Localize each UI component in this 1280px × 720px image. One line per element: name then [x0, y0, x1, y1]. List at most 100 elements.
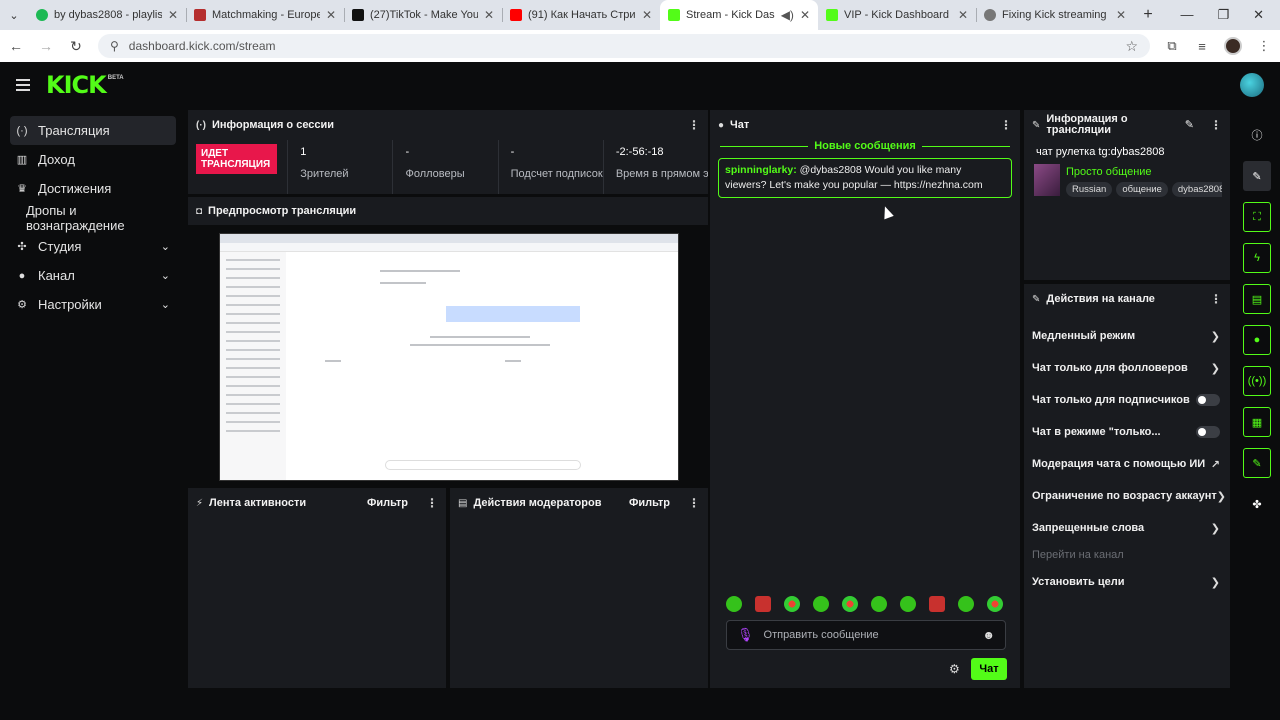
bookmark-star-icon[interactable]: ☆ — [1125, 38, 1138, 55]
action-slow-mode[interactable]: Медленный режим ❯ — [1024, 320, 1230, 352]
profile-avatar[interactable] — [1224, 37, 1242, 55]
document-icon[interactable]: ▤ — [1243, 284, 1271, 314]
apps-icon[interactable]: ✤ — [1243, 489, 1271, 519]
browser-tab-kick-vip[interactable]: VIP - Kick Dashboard ✕ — [818, 0, 976, 30]
browser-tab-fixing-kick[interactable]: Fixing Kick streaming error ✕ — [976, 0, 1134, 30]
action-followers-only[interactable]: Чат только для фолловеров ❯ — [1024, 352, 1230, 384]
sidebar-item-studio[interactable]: ✣ Студия ⌄ — [10, 232, 176, 261]
preview-text — [325, 360, 341, 362]
reload-icon[interactable]: ↻ — [68, 38, 84, 55]
tab-search-dropdown[interactable]: ⌄ — [0, 0, 28, 30]
browser-menu-icon[interactable]: ⋮ — [1256, 38, 1272, 54]
filter-button[interactable]: Фильтр — [367, 497, 408, 509]
layout-icon[interactable]: ▦ — [1243, 407, 1271, 437]
close-icon[interactable]: ✕ — [168, 8, 178, 22]
browser-tab-tiktok[interactable]: (27)TikTok - Make Your Day ✕ — [344, 0, 502, 30]
more-options-icon[interactable]: ⋮ — [1210, 119, 1222, 131]
close-window-icon[interactable]: ✕ — [1253, 7, 1264, 23]
chat-username[interactable]: spinninglarky: — [725, 164, 797, 176]
close-icon[interactable]: ✕ — [326, 8, 336, 22]
chat-bubble-icon[interactable]: ● — [1243, 325, 1271, 355]
maximize-icon[interactable]: ❐ — [1217, 7, 1229, 23]
action-go-to-channel[interactable]: Перейти на канал — [1024, 544, 1230, 566]
category-thumbnail[interactable] — [1034, 164, 1060, 196]
action-ai-moderation[interactable]: Модерация чата с помощью ИИ ↗ — [1024, 448, 1230, 480]
user-avatar[interactable] — [1240, 73, 1264, 97]
sidebar-item-achievements[interactable]: ♛ Достижения — [10, 174, 176, 203]
emote-icon[interactable] — [784, 596, 800, 612]
new-tab-button[interactable]: + — [1134, 6, 1162, 24]
chat-settings-gear-icon[interactable]: ⚙ — [949, 662, 960, 676]
wrench-icon[interactable]: ✎ — [1243, 448, 1271, 478]
more-options-icon[interactable]: ⋮ — [426, 496, 438, 510]
sidebar-item-drops[interactable]: Дропы и вознаграждение — [10, 203, 176, 233]
stream-preview-video[interactable] — [219, 233, 679, 481]
edit-pencil-icon[interactable]: ✎ — [1185, 119, 1194, 131]
browser-tab-kick-stream[interactable]: Stream - Kick Dashboard ◀) ✕ — [660, 0, 818, 30]
emote-icon[interactable] — [871, 596, 887, 612]
emote-only-toggle[interactable] — [1196, 426, 1220, 438]
emote-icon[interactable] — [900, 596, 916, 612]
chat-message-input[interactable]: 🎙 Отправить сообщение ☻ — [726, 620, 1006, 650]
chat-send-button[interactable]: Чат — [971, 658, 1007, 680]
mod-actions-icon: ▤ — [458, 497, 468, 509]
close-icon[interactable]: ✕ — [958, 8, 968, 22]
media-control-icon[interactable]: ≡ — [1194, 39, 1210, 54]
site-info-icon[interactable]: ⚲ — [110, 39, 119, 53]
sidebar-item-label: Настройки — [38, 297, 102, 312]
browser-tab-youtube[interactable]: (91) Как Начать Стримить ✕ — [502, 0, 660, 30]
sidebar-item-stream[interactable]: (·) Трансляция — [10, 116, 176, 145]
filter-button[interactable]: Фильтр — [629, 497, 670, 509]
sidebar-item-revenue[interactable]: ▥ Доход — [10, 145, 176, 174]
emote-icon[interactable] — [929, 596, 945, 612]
hamburger-menu-icon[interactable] — [16, 79, 30, 91]
emote-icon[interactable] — [813, 596, 829, 612]
action-banned-words[interactable]: Запрещенные слова ❯ — [1024, 512, 1230, 544]
url-text[interactable]: dashboard.kick.com/stream — [129, 39, 1116, 53]
browser-tab-faceit[interactable]: Matchmaking - Europe 5v5 ✕ — [186, 0, 344, 30]
preview-text — [380, 270, 460, 272]
category-name[interactable]: Просто общение — [1066, 166, 1222, 178]
emote-icon[interactable] — [755, 596, 771, 612]
microphone-icon[interactable]: 🎙 — [737, 627, 754, 643]
back-arrow-icon[interactable]: ← — [8, 38, 24, 54]
kick-logo[interactable]: KICK — [46, 71, 107, 99]
spotify-icon — [36, 9, 48, 21]
sidebar-item-settings[interactable]: ⚙ Настройки ⌄ — [10, 290, 176, 319]
emote-icon[interactable] — [987, 596, 1003, 612]
forward-arrow-icon[interactable]: → — [38, 38, 54, 54]
clip-icon[interactable]: ⛶ — [1243, 202, 1271, 232]
subscribers-only-toggle[interactable] — [1196, 394, 1220, 406]
more-options-icon[interactable]: ⋮ — [688, 496, 700, 510]
close-icon[interactable]: ✕ — [1116, 8, 1126, 22]
bottom-strip — [0, 688, 1280, 720]
close-icon[interactable]: ✕ — [800, 8, 810, 22]
broadcast-icon[interactable]: ((•)) — [1243, 366, 1271, 396]
more-options-icon[interactable]: ⋮ — [1210, 292, 1222, 306]
url-field[interactable]: ⚲ dashboard.kick.com/stream ☆ — [98, 34, 1150, 58]
close-icon[interactable]: ✕ — [484, 8, 494, 22]
speaker-icon[interactable]: ◀) — [781, 8, 794, 22]
minimize-icon[interactable]: — — [1180, 7, 1193, 23]
live-badge: ИДЕТ ТРАНСЛЯЦИЯ — [196, 144, 278, 174]
action-subscribers-only: Чат только для подписчиков — [1024, 384, 1230, 416]
emote-icon[interactable] — [958, 596, 974, 612]
emote-icon[interactable] — [842, 596, 858, 612]
sidebar-item-channel[interactable]: ● Канал ⌄ — [10, 261, 176, 290]
faceit-icon — [194, 9, 206, 21]
new-messages-divider[interactable]: Новые сообщения — [720, 140, 1010, 152]
more-options-icon[interactable]: ⋮ — [688, 118, 700, 132]
extensions-icon[interactable]: ⧉ — [1164, 38, 1180, 54]
edit-pencil-icon[interactable]: ✎ — [1243, 161, 1271, 191]
action-account-age-limit[interactable]: Ограничение по возрасту аккаунт ❯ — [1024, 480, 1230, 512]
bolt-icon[interactable]: ϟ — [1243, 243, 1271, 273]
more-options-icon[interactable]: ⋮ — [1000, 118, 1012, 132]
chat-input-placeholder[interactable]: Отправить сообщение — [764, 629, 879, 641]
info-icon[interactable]: ⓘ — [1243, 120, 1271, 150]
action-set-goals[interactable]: Установить цели ❯ — [1024, 566, 1230, 598]
emote-icon[interactable] — [726, 596, 742, 612]
tab-title: Matchmaking - Europe 5v5 — [212, 9, 320, 21]
close-icon[interactable]: ✕ — [642, 8, 652, 22]
browser-tab-spotify[interactable]: by dybas2808 - playlist by ✕ — [28, 0, 186, 30]
emoji-icon[interactable]: ☻ — [982, 628, 995, 642]
